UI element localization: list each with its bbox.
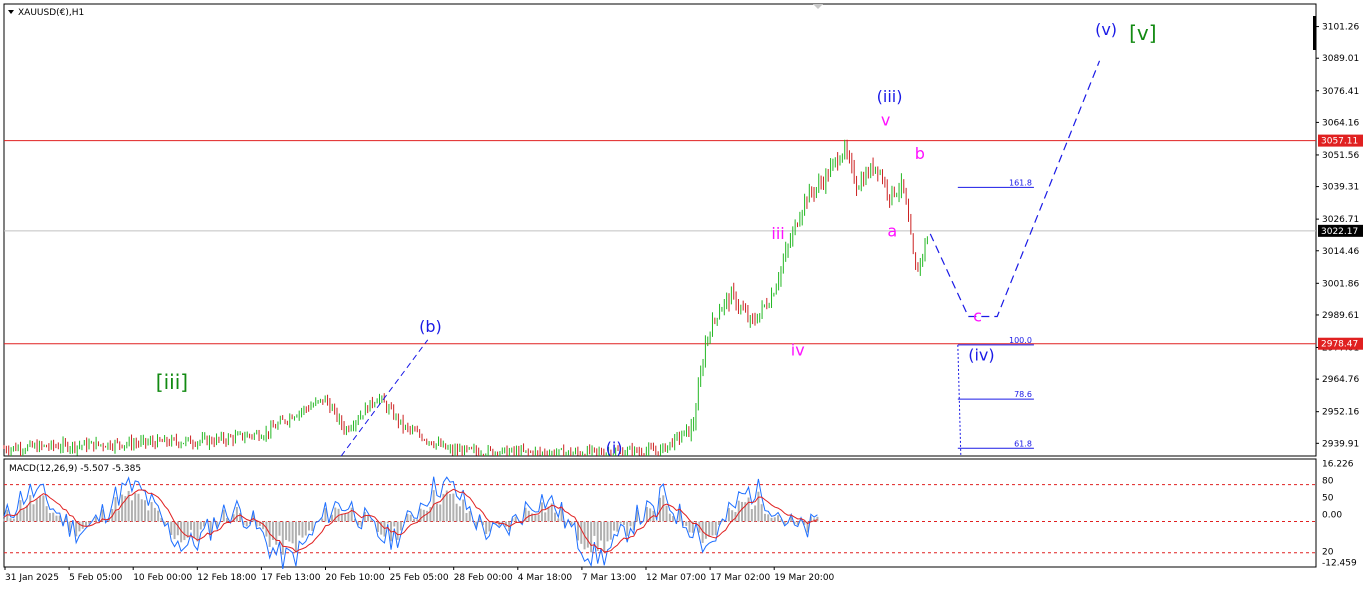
chart-shift-marker-icon[interactable]	[813, 4, 823, 9]
wave-label: a	[887, 221, 897, 240]
x-tick-label: 25 Feb 05:00	[390, 573, 449, 583]
wave-label: (iii)	[877, 87, 903, 106]
x-tick-label: 17 Feb 13:00	[261, 573, 320, 583]
fib-level-label: 161.8	[1009, 178, 1032, 187]
x-tick-label: 5 Feb 05:00	[69, 573, 123, 583]
dropdown-icon[interactable]	[8, 10, 14, 14]
y-tick-label: 3051.56	[1322, 151, 1359, 161]
x-tick-label: 31 Jan 2025	[5, 573, 59, 583]
x-tick-label: 10 Feb 00:00	[133, 573, 192, 583]
y-tick-label: 3026.71	[1322, 215, 1359, 225]
wave-label: iv	[791, 340, 805, 359]
macd-tick-label: 0.00	[1322, 510, 1342, 520]
macd-main-line	[3, 476, 818, 569]
symbol-title: XAUUSD(€),H1	[18, 8, 84, 18]
y-tick-label: 3064.16	[1322, 118, 1359, 128]
fib-level-label: 61.8	[1014, 439, 1032, 448]
x-tick-label: 12 Feb 18:00	[197, 573, 256, 583]
wave-label: (b)	[419, 317, 442, 336]
y-tick-label: 3001.86	[1322, 279, 1359, 289]
chart-svg: 161.8 100.0 78.6 61.8 [iii] (b) (i) iii iv (iii)…	[3, 3, 1363, 583]
fib-level-label: 78.6	[1014, 390, 1032, 399]
fib-anchor-line	[957, 344, 962, 457]
y-tick-label: 3076.41	[1322, 87, 1359, 97]
wave-label: (iv)	[968, 345, 994, 364]
wave-label: (v)	[1095, 20, 1117, 39]
support-price-tag-label: 2978.47	[1321, 340, 1358, 350]
x-tick-label: 4 Mar 18:00	[518, 573, 573, 583]
y-tick-label: 2952.16	[1322, 408, 1359, 418]
x-tick-label: 12 Mar 07:00	[646, 573, 706, 583]
x-tick-label: 17 Mar 02:00	[710, 573, 770, 583]
macd-tick-label: 80	[1322, 476, 1334, 486]
chart: 161.8 100.0 78.6 61.8 [iii] (b) (i) iii iv (iii)…	[0, 0, 1366, 588]
macd-title: MACD(12,26,9) -5.507 -5.385	[9, 464, 141, 474]
y-tick-label: 3039.31	[1322, 183, 1359, 193]
x-tick-label: 7 Mar 13:00	[582, 573, 637, 583]
wave-b-trendline	[340, 339, 429, 457]
x-tick-label: 20 Feb 10:00	[326, 573, 385, 583]
wave-label: v	[881, 110, 890, 129]
y-tick-label: 3014.46	[1322, 247, 1359, 257]
y-tick-label: 2939.91	[1322, 439, 1359, 449]
wave-label: (i)	[606, 438, 623, 457]
x-tick-label: 28 Feb 00:00	[454, 573, 513, 583]
current-price-tag-label: 3022.17	[1321, 227, 1358, 237]
fib-level-label: 100.0	[1009, 336, 1032, 345]
wave-label: [iii]	[156, 370, 188, 394]
wave-label: iii	[771, 224, 784, 243]
y-tick-label: 2989.61	[1322, 311, 1359, 321]
y-tick-label: 3101.26	[1322, 23, 1359, 33]
macd-tick-label: 50	[1322, 493, 1334, 503]
resistance-price-tag-label: 3057.11	[1321, 137, 1358, 147]
wave-label: c	[973, 307, 982, 326]
projection-path	[929, 60, 1101, 318]
macd-tick-label: 16.226	[1322, 459, 1354, 469]
y-tick-label: 2964.76	[1322, 375, 1359, 385]
macd-tick-label: 20	[1322, 547, 1334, 557]
macd-tick-label: -12.459	[1322, 559, 1357, 569]
y-tick-label: 3089.01	[1322, 54, 1359, 64]
wave-label: b	[915, 144, 925, 163]
main-panel-frame	[3, 3, 1317, 457]
wave-label: [v]	[1129, 21, 1156, 45]
scale-indicator	[1313, 16, 1316, 50]
x-tick-label: 19 Mar 20:00	[774, 573, 834, 583]
